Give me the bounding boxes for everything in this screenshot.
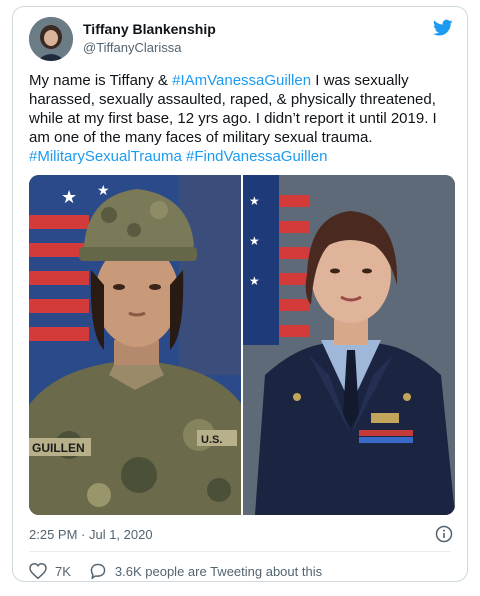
like-button[interactable]: 7K — [29, 563, 71, 579]
hashtag-link[interactable]: #IAmVanessaGuillen — [172, 72, 311, 89]
author-handle[interactable]: @TiffanyClarissa — [83, 40, 181, 55]
tweet-timestamp[interactable]: 2:25 PM · Jul 1, 2020 — [29, 527, 153, 542]
info-icon[interactable] — [435, 525, 453, 543]
tweet-text: My name is Tiffany & #IAmVanessaGuillen … — [29, 71, 459, 166]
tweet-media[interactable]: ★ ★ GUILLEN U.S. ★ ★ ★ — [29, 175, 455, 515]
tweet-actions: 7K 3.6K people are Tweeting about this — [29, 561, 340, 581]
reply-bubble-icon — [90, 563, 106, 579]
left-photo: ★ ★ GUILLEN U.S. — [29, 175, 242, 515]
tweet-text-part: My name is Tiffany & — [29, 72, 173, 89]
like-count: 7K — [55, 563, 71, 579]
discussion-text: 3.6K people are Tweeting about this — [114, 563, 323, 579]
svg-text:★: ★ — [97, 183, 110, 199]
nametape-text: GUILLEN — [32, 441, 85, 455]
divider — [29, 551, 451, 552]
author-name[interactable]: Tiffany Blankenship — [83, 21, 216, 37]
us-tape-text: U.S. — [201, 434, 222, 446]
hashtag-link[interactable]: #MilitarySexualTrauma — [29, 148, 182, 165]
discussion-link[interactable]: 3.6K people are Tweeting about this — [89, 563, 322, 579]
svg-text:★: ★ — [249, 274, 260, 288]
svg-text:★: ★ — [249, 234, 260, 248]
hashtag-link[interactable]: #FindVanessaGuillen — [186, 148, 327, 165]
right-photo: ★ ★ ★ — [243, 175, 455, 515]
svg-text:★: ★ — [61, 187, 77, 208]
twitter-bird-icon[interactable] — [432, 19, 453, 37]
avatar[interactable] — [29, 17, 73, 61]
svg-text:★: ★ — [249, 194, 260, 208]
tweet-card: Tiffany Blankenship @TiffanyClarissa My … — [12, 6, 468, 582]
heart-icon — [29, 563, 47, 579]
